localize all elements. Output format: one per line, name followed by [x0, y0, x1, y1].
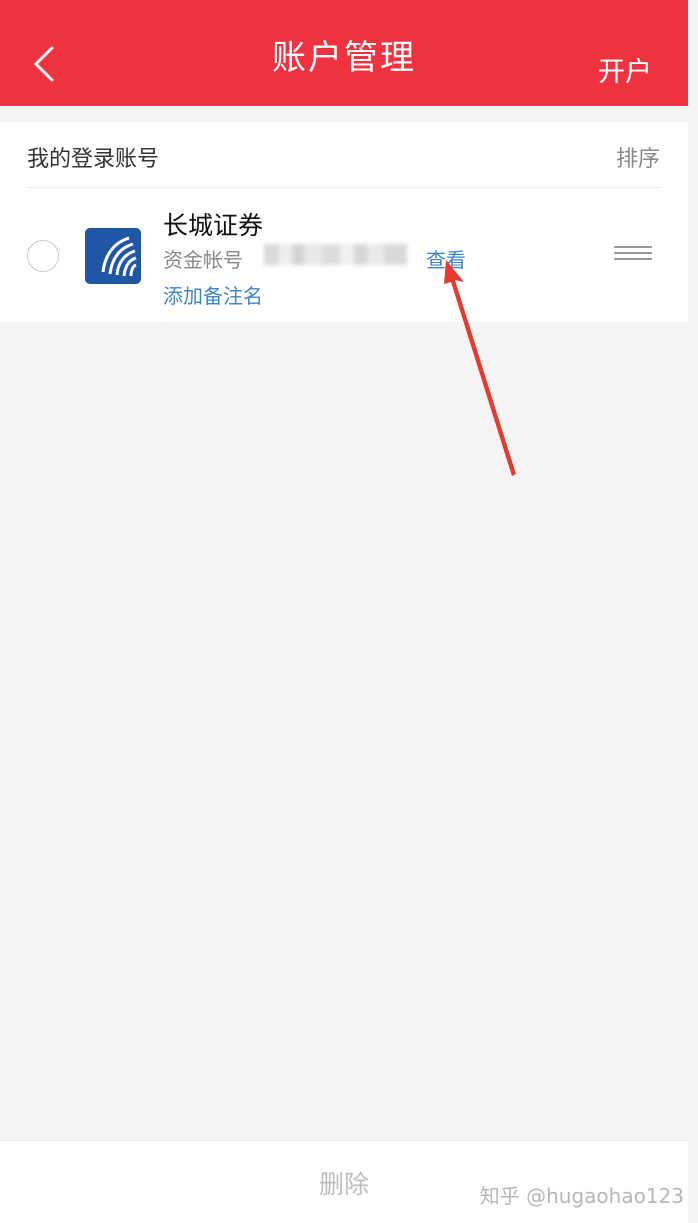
add-remark-link[interactable]: 添加备注名 [163, 280, 263, 309]
fund-account-label: 资金帐号 [163, 248, 243, 272]
drag-handle-icon[interactable] [614, 246, 652, 264]
open-account-button[interactable]: 开户 [598, 50, 652, 89]
account-select-radio[interactable] [27, 240, 59, 272]
watermark: 知乎 @hugaohao123 [479, 1184, 684, 1208]
app-header: 账户管理 开户 [0, 0, 688, 106]
masked-account-number [264, 244, 407, 265]
account-list: 我的登录账号 排序 长城证券 资金帐号 查看 添加备注名 [0, 122, 688, 322]
broker-logo [85, 228, 141, 284]
broker-name: 长城证券 [163, 211, 264, 240]
annotation-arrow [444, 260, 516, 476]
section-title: 我的登录账号 [27, 147, 160, 172]
sort-button[interactable]: 排序 [616, 141, 660, 173]
divider [27, 187, 661, 188]
great-wall-securities-logo-icon [85, 228, 141, 284]
page-title: 账户管理 [272, 38, 416, 78]
